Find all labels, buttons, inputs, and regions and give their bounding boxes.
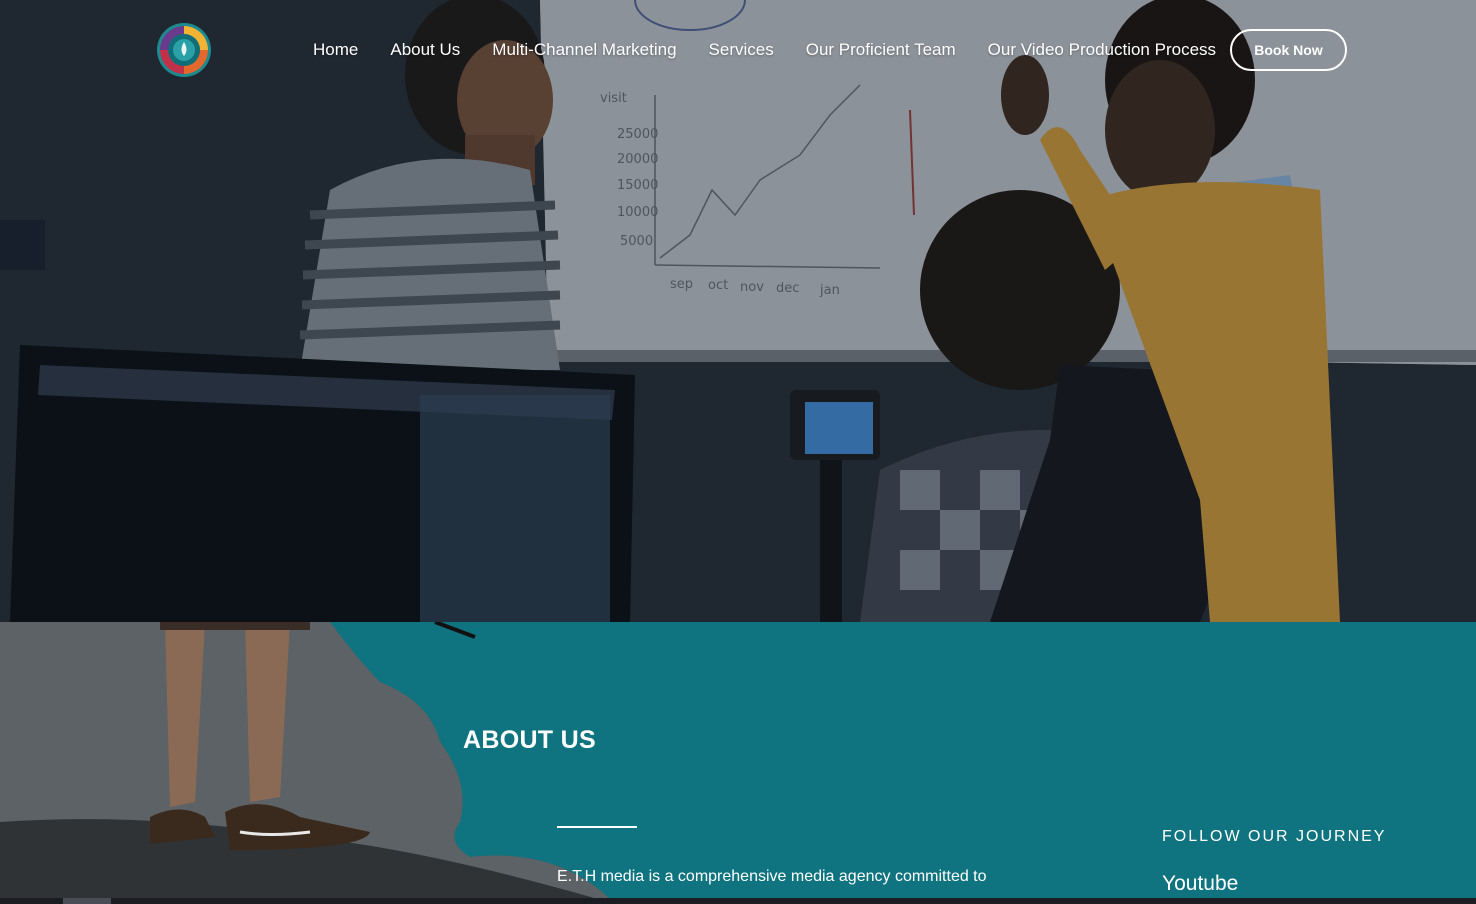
about-title: ABOUT US — [463, 726, 596, 754]
nav-item-services[interactable]: Services — [709, 38, 774, 62]
follow-heading: FOLLOW OUR JOURNEY — [1162, 828, 1387, 845]
nav-item-multi-channel-marketing[interactable]: Multi-Channel Marketing — [492, 38, 676, 62]
scrollbar-thumb[interactable] — [63, 898, 111, 904]
about-section: ABOUT US E.T.H media is a comprehensive … — [0, 622, 1476, 904]
hiker-rock-image — [0, 622, 615, 904]
nav-item-video-production-process[interactable]: Our Video Production Process — [988, 38, 1216, 62]
swirl-logo-icon[interactable] — [156, 22, 212, 78]
nav-item-our-proficient-team[interactable]: Our Proficient Team — [806, 38, 956, 62]
about-divider — [557, 826, 637, 828]
book-now-button[interactable]: Book Now — [1230, 29, 1347, 71]
youtube-link[interactable]: Youtube — [1162, 872, 1238, 896]
horizontal-scrollbar[interactable] — [0, 898, 1476, 904]
nav-item-home[interactable]: Home — [313, 38, 358, 62]
top-navigation: Home About Us Multi-Channel Marketing Se… — [0, 0, 1476, 100]
about-description: E.T.H media is a comprehensive media age… — [557, 868, 987, 885]
nav-item-about-us[interactable]: About Us — [390, 38, 460, 62]
main-menu: Home About Us Multi-Channel Marketing Se… — [313, 38, 1216, 62]
